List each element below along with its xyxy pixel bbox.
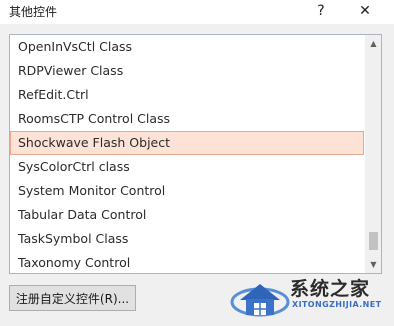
watermark-url: XITONGZHIJIA.NET <box>292 300 382 309</box>
title-bar: 其他控件 ? ✕ <box>0 0 394 24</box>
list-item[interactable]: RoomsCTP Control Class <box>10 107 364 131</box>
list-item[interactable]: SysColorCtrl class <box>10 155 364 179</box>
help-button[interactable]: ? <box>306 0 336 22</box>
list-item[interactable]: RefEdit.Ctrl <box>10 83 364 107</box>
list-item[interactable]: TaskSymbol Class <box>10 227 364 251</box>
watermark-text: 系统之家 <box>290 278 371 300</box>
scroll-down-arrow-icon[interactable]: ▼ <box>365 256 381 273</box>
list-item-selected[interactable]: Shockwave Flash Object <box>10 131 364 155</box>
close-button[interactable]: ✕ <box>350 0 380 22</box>
scroll-up-arrow-icon[interactable]: ▲ <box>365 35 381 52</box>
list-items-container: OpenInVsCtl Class RDPViewer Class RefEdi… <box>10 35 364 273</box>
list-item[interactable]: Tabular Data Control <box>10 203 364 227</box>
watermark-logo: 系统之家 XITONGZHIJIA.NET <box>226 272 394 324</box>
vertical-scrollbar[interactable]: ▲ ▼ <box>365 35 381 273</box>
dialog-title: 其他控件 <box>9 5 58 19</box>
list-item[interactable]: OpenInVsCtl Class <box>10 35 364 59</box>
list-item[interactable]: RDPViewer Class <box>10 59 364 83</box>
controls-list[interactable]: OpenInVsCtl Class RDPViewer Class RefEdi… <box>9 34 382 274</box>
list-item[interactable]: System Monitor Control <box>10 179 364 203</box>
list-item[interactable]: Taxonomy Control <box>10 251 364 273</box>
register-custom-control-button[interactable]: 注册自定义控件(R)... <box>9 285 136 311</box>
scroll-thumb[interactable] <box>369 232 378 250</box>
house-logo-icon <box>230 284 290 317</box>
